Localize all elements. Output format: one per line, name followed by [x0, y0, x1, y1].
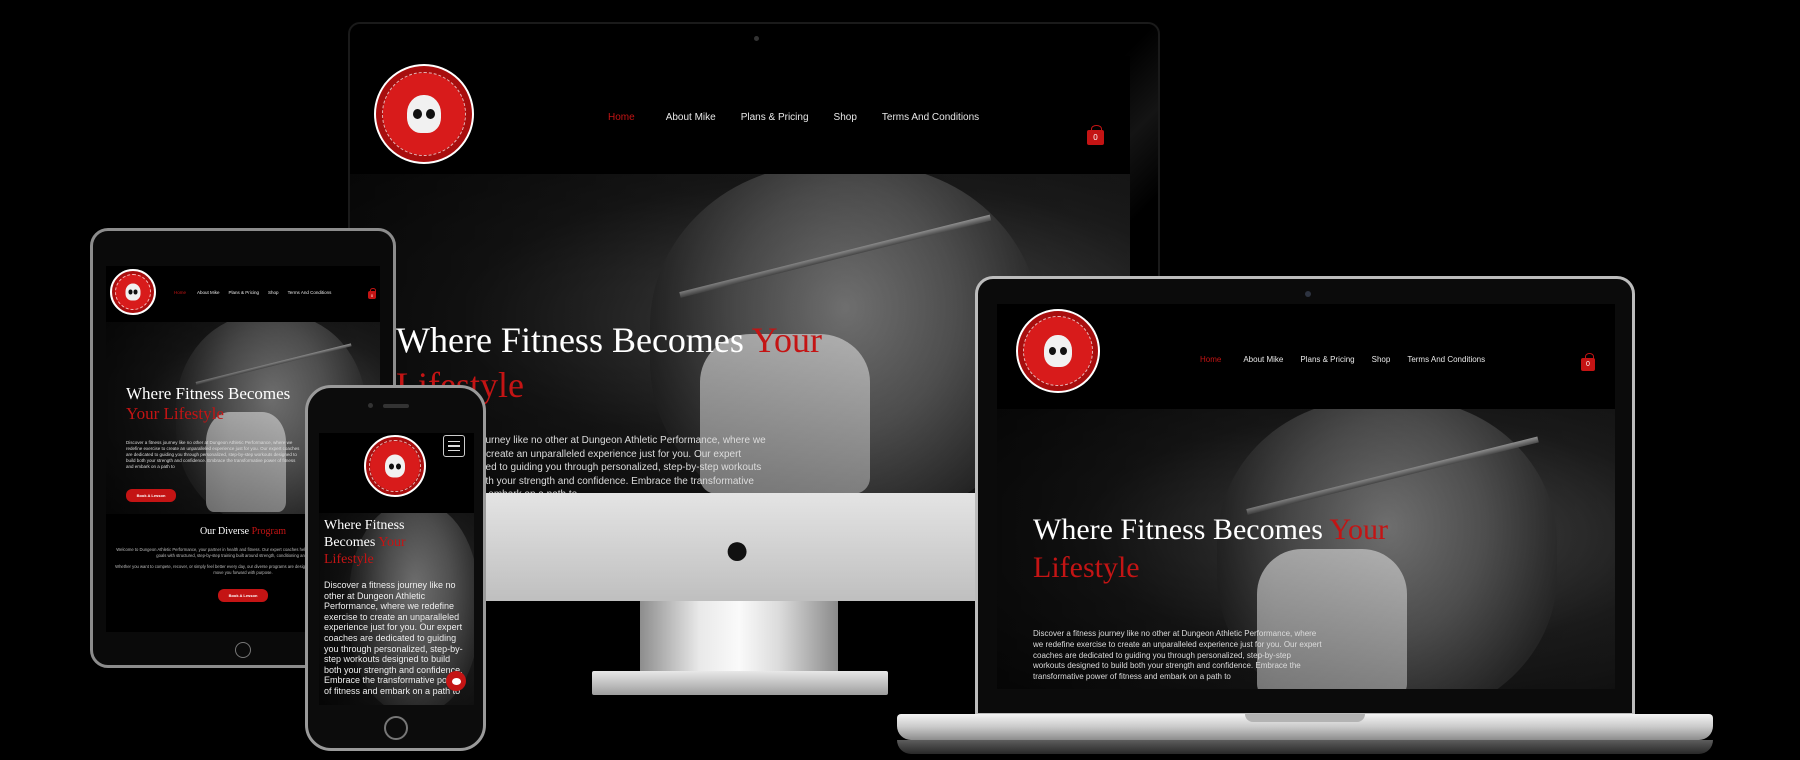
- nav-about[interactable]: About Mike: [666, 112, 716, 123]
- cart-count: 0: [370, 292, 374, 298]
- laptop-hero: Where Fitness Becomes Your Lifestyle Dis…: [997, 409, 1615, 689]
- imac-base: [592, 671, 888, 695]
- imac-nav: Home About Mike Plans & Pricing Shop Ter…: [608, 112, 979, 123]
- laptop-base: [897, 714, 1713, 740]
- cart-count: 0: [1093, 133, 1098, 142]
- hero-title-accent: Your Lifestyle: [126, 404, 224, 424]
- nav-plans[interactable]: Plans & Pricing: [1300, 355, 1354, 364]
- apple-logo-icon: ●: [723, 525, 751, 574]
- book-lesson-button[interactable]: Book A Lesson: [126, 489, 176, 502]
- chat-icon[interactable]: [446, 671, 466, 691]
- cart-count: 0: [1586, 361, 1590, 368]
- imac-logo[interactable]: [374, 64, 474, 164]
- laptop-camera: [1305, 291, 1311, 297]
- hero-title-main: Where Fitness Becomes: [396, 320, 752, 360]
- nav-about[interactable]: About Mike: [1243, 355, 1283, 364]
- tablet-hero-body: Discover a fitness journey like no other…: [126, 440, 300, 470]
- imac-stand: [640, 601, 838, 671]
- laptop-shadow: [897, 740, 1713, 754]
- nav-shop[interactable]: Shop: [1372, 355, 1391, 364]
- cart-icon[interactable]: 0: [1581, 353, 1595, 371]
- nav-home[interactable]: Home: [174, 290, 186, 295]
- laptop-notch: [1245, 714, 1365, 722]
- nav-home[interactable]: Home: [1200, 355, 1221, 364]
- nav-shop[interactable]: Shop: [268, 290, 279, 295]
- cart-icon[interactable]: 0: [1087, 124, 1104, 145]
- tablet-nav: Home About Mike Plans & Pricing Shop Ter…: [174, 290, 331, 295]
- nav-terms[interactable]: Terms And Conditions: [882, 112, 979, 123]
- imac-camera: [754, 36, 759, 41]
- phone-front-camera: [368, 403, 373, 408]
- nav-plans[interactable]: Plans & Pricing: [229, 290, 260, 295]
- phone-hero-title: Where Fitness Becomes Your Lifestyle: [324, 518, 424, 568]
- phone-logo[interactable]: [364, 435, 426, 497]
- skull-icon: [385, 454, 405, 478]
- nav-shop[interactable]: Shop: [834, 112, 857, 123]
- programs-title-accent: Program: [251, 526, 287, 537]
- tablet-logo[interactable]: [110, 269, 156, 315]
- nav-plans[interactable]: Plans & Pricing: [741, 112, 809, 123]
- laptop-logo[interactable]: [1016, 309, 1100, 393]
- tablet-hero-title: Where Fitness Becomes Your Lifestyle: [126, 384, 316, 425]
- laptop-hero-title: Where Fitness Becomes Your Lifestyle: [1033, 511, 1413, 586]
- laptop-hero-body: Discover a fitness journey like no other…: [1033, 629, 1322, 682]
- phone-mockup: Where Fitness Becomes Your Lifestyle Dis…: [305, 385, 486, 751]
- laptop-mockup: Home About Mike Plans & Pricing Shop Ter…: [975, 276, 1635, 716]
- tablet-home-button[interactable]: [235, 642, 251, 658]
- laptop-screen: Home About Mike Plans & Pricing Shop Ter…: [997, 304, 1615, 689]
- laptop-nav: Home About Mike Plans & Pricing Shop Ter…: [1200, 355, 1485, 364]
- skull-icon: [1044, 335, 1072, 367]
- phone-screen: Where Fitness Becomes Your Lifestyle Dis…: [319, 433, 474, 705]
- nav-about[interactable]: About Mike: [197, 290, 220, 295]
- hero-title-main: Where Fitness Becomes: [126, 384, 291, 403]
- phone-home-button[interactable]: [383, 716, 408, 740]
- skull-icon: [125, 283, 141, 301]
- hero-title-main: Where Fitness Becomes: [1033, 513, 1330, 546]
- nav-terms[interactable]: Terms And Conditions: [288, 290, 332, 295]
- programs-title-main: Our Diverse: [199, 526, 252, 537]
- nav-terms[interactable]: Terms And Conditions: [1407, 355, 1485, 364]
- skull-icon: [407, 95, 441, 133]
- phone-hero-body: Discover a fitness journey like no other…: [324, 580, 463, 697]
- cart-icon[interactable]: 0: [368, 288, 376, 299]
- phone-speaker: [382, 404, 409, 408]
- menu-icon[interactable]: [443, 435, 465, 457]
- nav-home[interactable]: Home: [608, 112, 635, 123]
- programs-book-lesson-button[interactable]: Book A Lesson: [218, 589, 268, 602]
- phone-hero: Where Fitness Becomes Your Lifestyle Dis…: [319, 513, 474, 705]
